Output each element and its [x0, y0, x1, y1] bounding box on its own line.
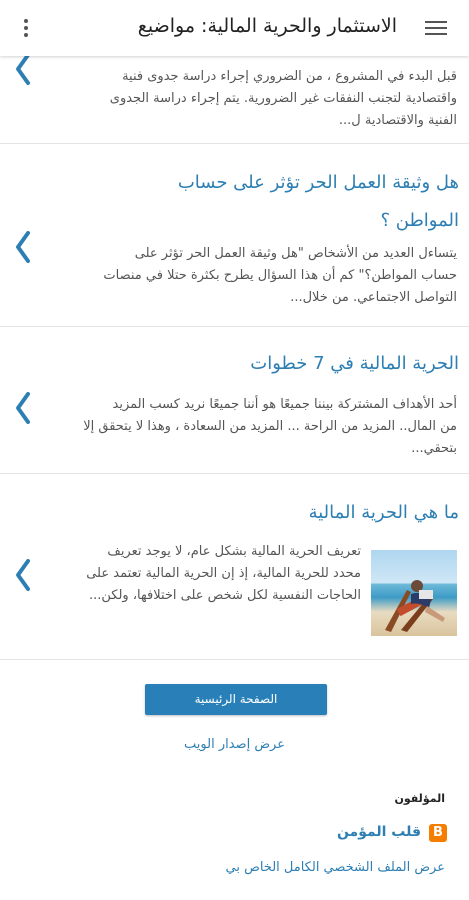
blogger-icon: B — [429, 824, 447, 842]
post-snippet-line: تعريف الحرية المالية بشكل عام، لا يوجد ت… — [107, 544, 361, 559]
chevron-left-icon[interactable] — [12, 230, 34, 264]
profile-link[interactable]: عرض الملف الشخصي الكامل الخاص بي — [226, 860, 445, 875]
list-item[interactable]: هل وثيقة العمل الحر تؤثر على حساب المواط… — [0, 144, 469, 327]
page-title: الاستثمار والحرية المالية: مواضيع — [137, 15, 397, 37]
post-snippet-line: الفنية والاقتصادية ل... — [338, 113, 457, 128]
hamburger-menu-icon[interactable] — [423, 17, 449, 39]
home-button[interactable]: الصفحة الرئيسية — [145, 684, 327, 715]
beach-photo-icon — [385, 580, 445, 632]
post-snippet-line: الحاجات النفسية لكل شخص على اختلافها، ول… — [88, 588, 361, 603]
post-snippet-line: يتساءل العديد من الأشخاص "هل وثيقة العمل… — [134, 246, 457, 261]
post-title[interactable]: هل وثيقة العمل الحر تؤثر على حساب المواط… — [9, 164, 459, 240]
web-version-link[interactable]: عرض إصدار الويب — [0, 737, 469, 752]
chevron-left-icon[interactable] — [12, 391, 34, 425]
more-vert-icon[interactable] — [20, 16, 32, 40]
post-snippet-line: حساب المواطن؟" كم أن هذا السؤال يطرح بكث… — [103, 268, 457, 283]
post-snippet-line: التواصل الاجتماعي. من خلال... — [290, 290, 457, 305]
post-snippet-line: بتحقي... — [411, 441, 457, 456]
post-snippet-line: أحد الأهداف المشتركة بيننا جميعًا هو أنن… — [112, 397, 457, 412]
chevron-left-icon[interactable] — [12, 558, 34, 592]
list-item[interactable]: قبل البدء في المشروع ، من الضروري إجراء … — [0, 53, 469, 144]
authors-heading: المؤلفون — [394, 792, 445, 805]
post-title[interactable]: ما هي الحرية المالية — [9, 494, 459, 532]
post-title-line[interactable]: المواطن ؟ — [9, 202, 460, 240]
post-snippet-line: قبل البدء في المشروع ، من الضروري إجراء … — [122, 69, 457, 84]
post-title-line[interactable]: هل وثيقة العمل الحر تؤثر على حساب — [9, 164, 459, 202]
app-bar: الاستثمار والحرية المالية: مواضيع — [0, 0, 469, 56]
list-item[interactable]: الحرية المالية في 7 خطوات أحد الأهداف ال… — [0, 327, 469, 474]
post-snippet-line: من المال.. المزيد من الراحة ... المزيد م… — [83, 419, 457, 434]
post-thumbnail[interactable] — [371, 550, 457, 636]
chevron-left-icon[interactable] — [12, 52, 34, 86]
author-name-link[interactable]: قلب المؤمن — [337, 824, 421, 840]
list-item[interactable]: ما هي الحرية المالية تعريف الحرية المالي… — [0, 474, 469, 660]
post-snippet-line: واقتصادية لتجنب النفقات غير الضرورية. يت… — [109, 91, 457, 106]
post-title[interactable]: الحرية المالية في 7 خطوات — [9, 345, 459, 383]
post-snippet-line: محدد للحرية المالية، إذ إن الحرية المالي… — [86, 566, 361, 581]
